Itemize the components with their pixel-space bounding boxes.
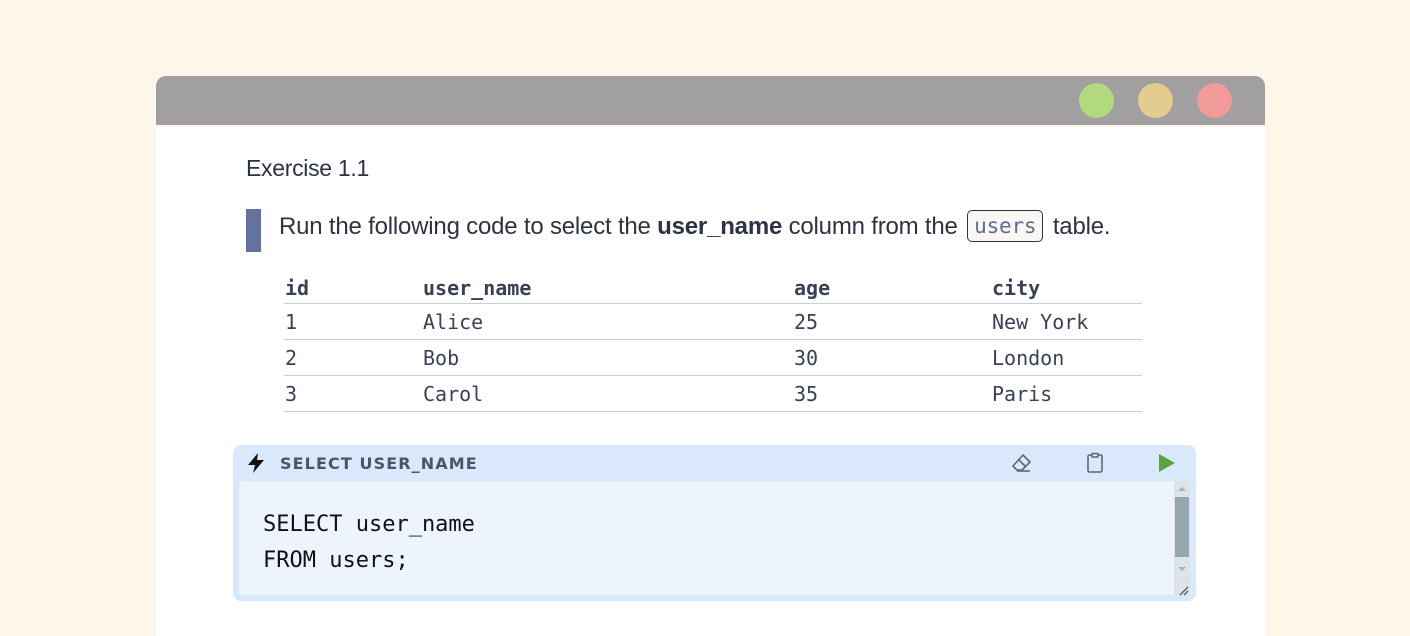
table-cell: 1 <box>284 303 422 340</box>
table-cell: New York <box>991 303 1142 340</box>
code-editor: SELECT USER_NAME SELECT user_name FROM u… <box>233 445 1196 601</box>
table-cell: Bob <box>422 339 793 376</box>
exercise-content: Exercise 1.1 Run the following code to s… <box>156 127 1265 636</box>
table-cell: 3 <box>284 375 422 412</box>
bolt-icon <box>246 452 266 479</box>
resize-handle-icon[interactable] <box>1177 583 1189 596</box>
column-header: age <box>793 273 991 304</box>
users-table: id user_name age city 1 Alice 25 New Yor… <box>284 273 1142 412</box>
table-cell: 25 <box>793 303 991 340</box>
table-cell: London <box>991 339 1142 376</box>
vertical-scrollbar[interactable] <box>1174 481 1190 596</box>
inline-code-users: users <box>967 210 1044 242</box>
editor-title: SELECT USER_NAME <box>280 454 478 473</box>
table-row: 2 Bob 30 London <box>284 339 1142 376</box>
table-cell: Paris <box>991 375 1142 412</box>
instruction-prefix: Run the following code to select the <box>279 213 658 240</box>
scroll-down-arrow-icon[interactable] <box>1178 567 1186 571</box>
table-cell: 30 <box>793 339 991 376</box>
code-line: SELECT user_name <box>263 512 475 537</box>
instruction-bold: user_name <box>657 213 783 240</box>
code-text[interactable]: SELECT user_name FROM users; <box>263 507 475 579</box>
instruction-text: Run the following code to select the use… <box>279 210 1111 243</box>
editor-header: SELECT USER_NAME <box>233 445 1196 481</box>
column-header: city <box>991 273 1142 304</box>
maximize-button[interactable] <box>1079 83 1114 118</box>
blockquote-bar <box>246 209 261 252</box>
eraser-icon[interactable] <box>1010 451 1034 480</box>
table-header-row: id user_name age city <box>284 273 1142 304</box>
table-row: 3 Carol 35 Paris <box>284 375 1142 412</box>
column-header: user_name <box>422 273 793 304</box>
title-bar <box>156 76 1265 125</box>
column-header: id <box>284 273 422 304</box>
table-cell: Alice <box>422 303 793 340</box>
exercise-title: Exercise 1.1 <box>246 155 369 181</box>
scrollbar-thumb[interactable] <box>1175 497 1189 557</box>
app-window: Exercise 1.1 Run the following code to s… <box>156 76 1265 636</box>
code-line: FROM users; <box>263 548 409 573</box>
table-cell: 35 <box>793 375 991 412</box>
clipboard-icon[interactable] <box>1083 451 1107 480</box>
close-button[interactable] <box>1197 83 1232 118</box>
minimize-button[interactable] <box>1138 83 1173 118</box>
instruction-suffix: table. <box>1046 213 1111 240</box>
code-input[interactable]: SELECT user_name FROM users; <box>239 481 1190 596</box>
table-cell: 2 <box>284 339 422 376</box>
table-cell: Carol <box>422 375 793 412</box>
scroll-up-arrow-icon[interactable] <box>1178 487 1186 491</box>
table-row: 1 Alice 25 New York <box>284 303 1142 340</box>
instruction-middle: column from the <box>782 213 965 240</box>
play-icon[interactable] <box>1156 451 1178 480</box>
